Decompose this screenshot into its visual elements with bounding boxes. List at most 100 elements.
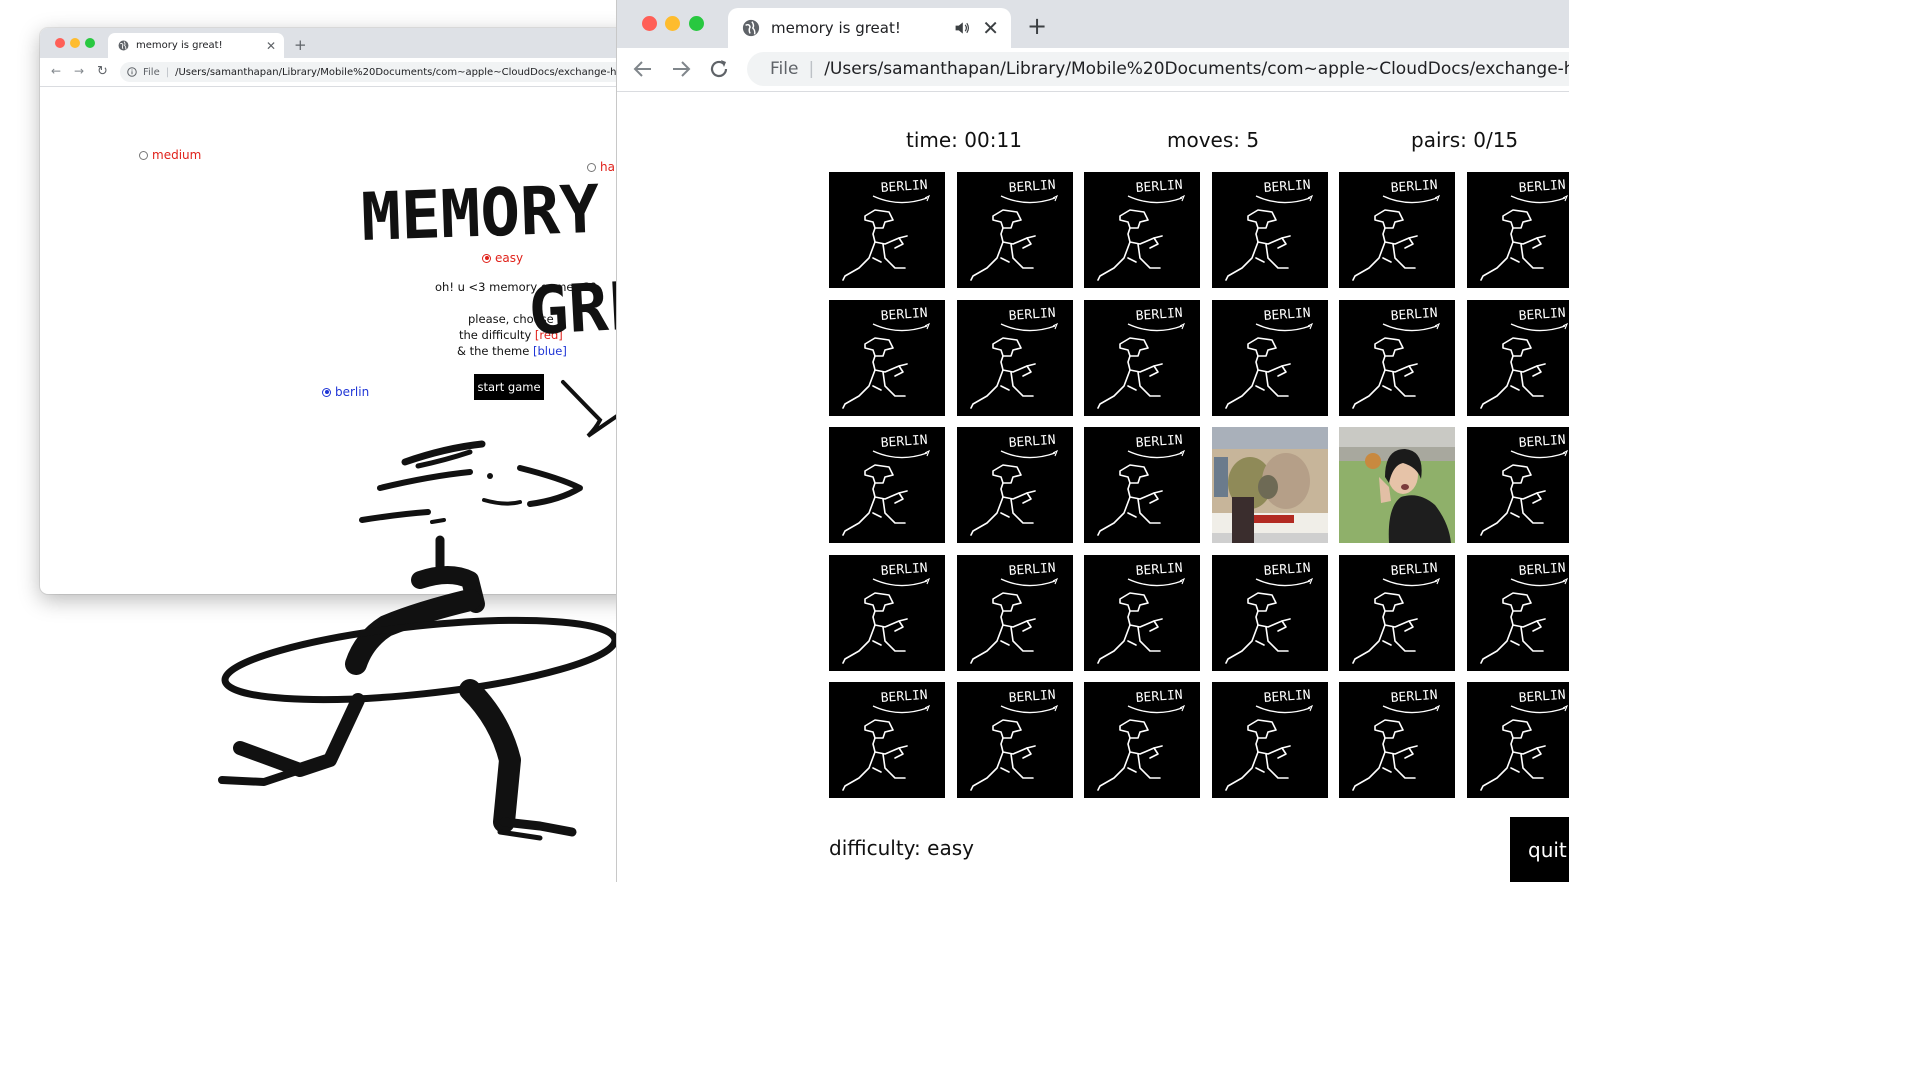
file-scheme-label: File <box>143 66 160 78</box>
memory-card[interactable]: BERLIN <box>1084 172 1201 288</box>
ampelmann-card-back-icon: BERLIN <box>956 554 1073 671</box>
right-browser-window: memory is great! ✕ + File | /Users/saman… <box>616 0 1569 882</box>
memory-card[interactable]: BERLIN <box>1339 299 1456 416</box>
zoom-window-dot[interactable] <box>85 38 95 48</box>
quit-button[interactable]: quit <box>1510 817 1569 882</box>
memory-card[interactable]: BERLIN <box>1467 554 1569 671</box>
difficulty-medium-radio[interactable]: medium <box>139 148 201 162</box>
close-tab-icon[interactable]: ✕ <box>982 16 999 40</box>
ampelmann-card-back-icon: BERLIN <box>1339 299 1456 416</box>
ampelmann-card-back-icon: BERLIN <box>829 299 945 416</box>
memory-card[interactable]: BERLIN <box>1084 554 1201 671</box>
close-tab-icon[interactable]: ✕ <box>266 39 276 53</box>
ampelmann-card-back-icon: BERLIN <box>956 427 1073 544</box>
forward-icon[interactable]: → <box>74 64 84 78</box>
ampelmann-card-back-icon: BERLIN <box>1084 299 1201 416</box>
memory-card[interactable]: BERLIN <box>829 172 945 288</box>
speaker-icon[interactable] <box>954 21 970 35</box>
zoom-window-dot[interactable] <box>689 16 704 31</box>
right-url-field[interactable]: File | /Users/samanthapan/Library/Mobile… <box>747 52 1569 86</box>
theme-berlin-radio[interactable]: berlin <box>322 385 369 399</box>
memory-card[interactable]: BERLIN <box>1084 427 1201 544</box>
memory-card[interactable]: BERLIN <box>1467 172 1569 288</box>
difficulty-color-tag: [red] <box>534 328 563 342</box>
left-tab[interactable]: memory is great! ✕ <box>108 33 284 58</box>
new-tab-icon[interactable]: + <box>294 36 307 54</box>
ampelmann-card-back-icon: BERLIN <box>829 172 945 288</box>
tab-title: memory is great! <box>771 19 901 37</box>
ampelmann-card-back-icon: BERLIN <box>1467 172 1569 288</box>
memory-card[interactable]: BERLIN <box>1211 299 1328 416</box>
url-text: /Users/samanthapan/Library/Mobile%20Docu… <box>175 66 630 78</box>
ampelmann-card-back-icon: BERLIN <box>1467 299 1569 416</box>
ampelmann-card-back-icon: BERLIN <box>1467 682 1569 799</box>
memory-card[interactable]: BERLIN <box>956 299 1073 416</box>
memory-card[interactable]: BERLIN <box>1467 427 1569 544</box>
ampelmann-card-back-icon: BERLIN <box>956 682 1073 799</box>
back-icon[interactable]: ← <box>51 64 61 78</box>
ampelmann-card-back-icon: BERLIN <box>1211 554 1328 671</box>
wall-mural-photo <box>1211 427 1328 544</box>
radio-circle <box>139 150 148 160</box>
memory-card[interactable]: BERLIN <box>956 172 1073 288</box>
forward-icon[interactable] <box>669 57 693 81</box>
memory-card[interactable]: BERLIN <box>1211 682 1328 799</box>
ampelmann-card-back-icon: BERLIN <box>1467 554 1569 671</box>
memory-card[interactable]: BERLIN <box>829 554 945 671</box>
ampelmann-card-back-icon: BERLIN <box>1339 682 1456 799</box>
close-window-dot[interactable] <box>642 16 657 31</box>
info-icon <box>127 67 137 77</box>
file-scheme-label: File <box>770 59 799 79</box>
right-tab[interactable]: memory is great! ✕ <box>728 8 1011 48</box>
ampelmann-card-back-icon: BERLIN <box>1211 172 1328 288</box>
timer-display: time: 00:11 <box>906 128 1022 152</box>
start-game-button[interactable]: start game <box>474 374 544 400</box>
memory-card[interactable]: BERLIN <box>956 682 1073 799</box>
difficulty-easy-radio[interactable]: easy <box>482 251 523 265</box>
memory-card[interactable]: BERLIN <box>1339 554 1456 671</box>
instruction-line-2: the difficulty [red] <box>459 328 563 342</box>
minimize-window-dot[interactable] <box>70 38 80 48</box>
ampelmann-card-back-icon: BERLIN <box>1084 172 1201 288</box>
memory-card[interactable]: BERLIN <box>1339 682 1456 799</box>
memory-card[interactable]: BERLIN <box>1339 172 1456 288</box>
memory-card[interactable]: BERLIN <box>1211 554 1328 671</box>
theme-color-tag: [blue] <box>532 344 567 358</box>
ampelmann-card-back-icon: BERLIN <box>1211 682 1328 799</box>
radio-circle <box>482 253 491 263</box>
memory-card[interactable]: BERLIN <box>1467 682 1569 799</box>
separator: | <box>165 66 170 78</box>
memory-card[interactable]: BERLIN <box>1084 299 1201 416</box>
moves-counter: moves: 5 <box>1167 128 1260 152</box>
ampelmann-card-back-icon: BERLIN <box>1339 554 1456 671</box>
reload-icon[interactable]: ↻ <box>97 64 108 79</box>
ampelmann-card-back-icon: BERLIN <box>1467 427 1569 544</box>
ampelmann-card-back-icon: BERLIN <box>1211 299 1328 416</box>
memory-card[interactable] <box>1339 427 1456 544</box>
intro-text: oh! u <3 memory games 2? <box>435 280 597 294</box>
ampelmann-card-back-icon: BERLIN <box>1084 554 1201 671</box>
memory-card[interactable]: BERLIN <box>1467 299 1569 416</box>
pairs-counter: pairs: 0/15 <box>1411 128 1519 152</box>
radio-circle <box>587 162 596 172</box>
radio-circle <box>322 387 331 397</box>
memory-card[interactable]: BERLIN <box>1211 172 1328 288</box>
ampelmann-card-back-icon: BERLIN <box>829 554 945 671</box>
memory-card[interactable]: BERLIN <box>956 427 1073 544</box>
memory-card[interactable]: BERLIN <box>956 554 1073 671</box>
difficulty-label: difficulty: easy <box>829 836 974 860</box>
memory-card[interactable]: BERLIN <box>1084 682 1201 799</box>
new-tab-icon[interactable]: + <box>1027 12 1047 40</box>
memory-card[interactable]: BERLIN <box>829 682 945 799</box>
left-browser-window: memory is great! ✕ + ← → ↻ File | /Users… <box>40 28 640 594</box>
memory-card[interactable]: BERLIN <box>829 299 945 416</box>
girl-photo <box>1339 427 1456 544</box>
left-url-field[interactable]: File | /Users/samanthapan/Library/Mobile… <box>120 62 640 82</box>
close-window-dot[interactable] <box>55 38 65 48</box>
reload-icon[interactable] <box>707 57 731 81</box>
minimize-window-dot[interactable] <box>665 16 680 31</box>
radio-label: easy <box>495 251 524 265</box>
back-icon[interactable] <box>631 57 655 81</box>
memory-card[interactable] <box>1211 427 1328 544</box>
memory-card[interactable]: BERLIN <box>829 427 945 544</box>
